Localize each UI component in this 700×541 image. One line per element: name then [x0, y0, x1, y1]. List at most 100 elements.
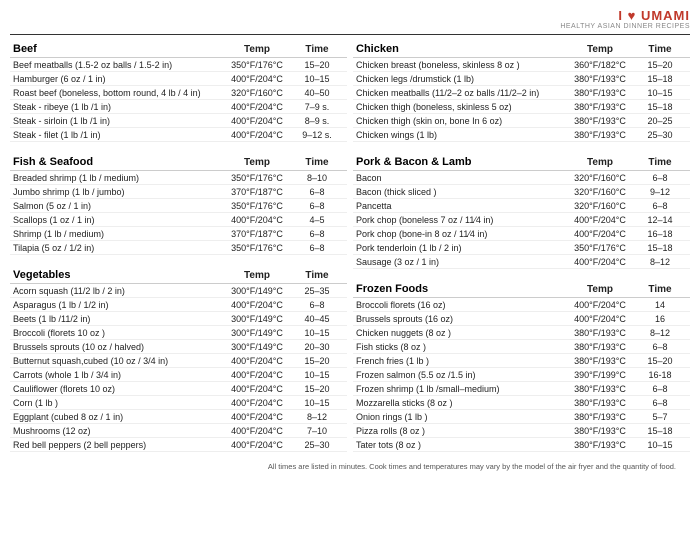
table-row: Roast beef (boneless, bottom round, 4 lb… — [10, 86, 347, 100]
logo-main: I ♥ UMAMI — [560, 8, 690, 23]
item-temp: 350°F/176°C — [227, 171, 287, 185]
item-time: 40–50 — [287, 86, 347, 100]
item-time: 10–15 — [287, 396, 347, 410]
item-name: Tilapia (5 oz / 1/2 in) — [10, 241, 227, 255]
table-row: Pork chop (boneless 7 oz / 11⁄4 in)400°F… — [353, 213, 690, 227]
item-name: Jumbo shrimp (1 lb / jumbo) — [10, 185, 227, 199]
item-temp: 360°F/182°C — [570, 58, 630, 72]
beef-temp-header: Temp — [227, 41, 287, 58]
veg-temp-header: Temp — [227, 267, 287, 284]
item-name: Salmon (5 oz / 1 in) — [10, 199, 227, 213]
item-name: Brussels sprouts (16 oz) — [353, 312, 570, 326]
pork-time-header: Time — [630, 154, 690, 171]
item-time: 6–8 — [630, 199, 690, 213]
item-temp: 370°F/187°C — [227, 227, 287, 241]
section-chicken: Chicken Temp Time Chicken breast (bonele… — [353, 41, 690, 142]
beef-header: Beef — [10, 41, 227, 58]
item-name: Chicken thigh (skin on, bone In 6 oz) — [353, 114, 570, 128]
header: I ♥ UMAMI HEALTHY ASIAN DINNER RECIPES — [10, 8, 690, 35]
item-temp: 380°F/193°C — [570, 114, 630, 128]
item-time: 15–18 — [630, 100, 690, 114]
table-row: Tilapia (5 oz / 1/2 in)350°F/176°C6–8 — [10, 241, 347, 255]
item-temp: 380°F/193°C — [570, 72, 630, 86]
item-temp: 350°F/176°C — [570, 241, 630, 255]
table-row: Chicken breast (boneless, skinless 8 oz … — [353, 58, 690, 72]
item-time: 6–8 — [287, 227, 347, 241]
pork-table: Pork & Bacon & Lamb Temp Time Bacon320°F… — [353, 154, 690, 269]
item-time: 10–15 — [630, 438, 690, 452]
item-name: Fish sticks (8 oz ) — [353, 340, 570, 354]
table-row: Jumbo shrimp (1 lb / jumbo)370°F/187°C6–… — [10, 185, 347, 199]
item-time: 8–12 — [630, 255, 690, 269]
item-time: 14 — [630, 298, 690, 312]
item-name: Asparagus (1 lb / 1/2 in) — [10, 298, 227, 312]
item-name: Tater tots (8 oz ) — [353, 438, 570, 452]
table-row: Acorn squash (11/2 lb / 2 in)300°F/149°C… — [10, 284, 347, 298]
footnote: All times are listed in minutes. Cook ti… — [10, 462, 690, 471]
table-row: Salmon (5 oz / 1 in)350°F/176°C6–8 — [10, 199, 347, 213]
item-time: 6–8 — [630, 340, 690, 354]
table-row: Steak - sirloin (1 lb /1 in)400°F/204°C8… — [10, 114, 347, 128]
item-temp: 380°F/193°C — [570, 438, 630, 452]
item-name: Roast beef (boneless, bottom round, 4 lb… — [10, 86, 227, 100]
item-temp: 380°F/193°C — [570, 340, 630, 354]
item-time: 6–8 — [630, 382, 690, 396]
item-temp: 300°F/149°C — [227, 326, 287, 340]
logo-area: I ♥ UMAMI HEALTHY ASIAN DINNER RECIPES — [560, 8, 690, 30]
item-temp: 320°F/160°C — [570, 199, 630, 213]
frozen-temp-header: Temp — [570, 281, 630, 298]
item-time: 9–12 s. — [287, 128, 347, 142]
item-time: 15–20 — [287, 354, 347, 368]
item-temp: 400°F/204°C — [227, 368, 287, 382]
item-temp: 350°F/176°C — [227, 199, 287, 213]
item-temp: 400°F/204°C — [227, 396, 287, 410]
beef-table: Beef Temp Time Beef meatballs (1.5-2 oz … — [10, 41, 347, 142]
table-row: Mushrooms (12 oz)400°F/204°C7–10 — [10, 424, 347, 438]
item-temp: 400°F/204°C — [227, 354, 287, 368]
footnote-text: All times are listed in minutes. Cook ti… — [268, 462, 676, 471]
item-name: Chicken nuggets (8 oz ) — [353, 326, 570, 340]
table-row: Beef meatballs (1.5-2 oz balls / 1.5-2 i… — [10, 58, 347, 72]
table-row: Pork chop (bone-in 8 oz / 11⁄4 in)400°F/… — [353, 227, 690, 241]
fish-time-header: Time — [287, 154, 347, 171]
item-name: Sausage (3 oz / 1 in) — [353, 255, 570, 269]
item-name: Bacon — [353, 171, 570, 185]
item-time: 16-18 — [630, 368, 690, 382]
item-temp: 380°F/193°C — [570, 382, 630, 396]
table-row: Steak - ribeye (1 lb /1 in)400°F/204°C7–… — [10, 100, 347, 114]
item-temp: 400°F/204°C — [570, 213, 630, 227]
table-row: Carrots (whole 1 lb / 3/4 in)400°F/204°C… — [10, 368, 347, 382]
item-time: 10–15 — [287, 326, 347, 340]
frozen-time-header: Time — [630, 281, 690, 298]
item-time: 25–30 — [630, 128, 690, 142]
item-temp: 320°F/160°C — [570, 171, 630, 185]
item-temp: 400°F/204°C — [570, 312, 630, 326]
item-temp: 380°F/193°C — [570, 354, 630, 368]
item-time: 5–7 — [630, 410, 690, 424]
beef-time-header: Time — [287, 41, 347, 58]
item-time: 10–15 — [287, 368, 347, 382]
item-name: Breaded shrimp (1 lb / medium) — [10, 171, 227, 185]
item-temp: 400°F/204°C — [570, 255, 630, 269]
item-time: 8–12 — [630, 326, 690, 340]
item-name: Steak - filet (1 lb /1 in) — [10, 128, 227, 142]
table-row: Chicken wings (1 lb)380°F/193°C25–30 — [353, 128, 690, 142]
item-temp: 380°F/193°C — [570, 326, 630, 340]
item-name: Corn (1 lb ) — [10, 396, 227, 410]
table-row: Chicken thigh (boneless, skinless 5 oz)3… — [353, 100, 690, 114]
item-temp: 400°F/204°C — [570, 227, 630, 241]
veg-header: Vegetables — [10, 267, 227, 284]
item-temp: 350°F/176°C — [227, 241, 287, 255]
item-name: Chicken wings (1 lb) — [353, 128, 570, 142]
item-name: Mozzarella sticks (8 oz ) — [353, 396, 570, 410]
item-temp: 400°F/204°C — [227, 298, 287, 312]
item-time: 8–10 — [287, 171, 347, 185]
item-name: Broccoli (florets 10 oz ) — [10, 326, 227, 340]
item-time: 6–8 — [630, 396, 690, 410]
left-column: Beef Temp Time Beef meatballs (1.5-2 oz … — [10, 41, 347, 458]
table-row: Chicken legs /drumstick (1 lb)380°F/193°… — [353, 72, 690, 86]
frozen-header: Frozen Foods — [353, 281, 570, 298]
table-row: Shrimp (1 lb / medium)370°F/187°C6–8 — [10, 227, 347, 241]
item-temp: 320°F/160°C — [570, 185, 630, 199]
table-row: Brussels sprouts (16 oz)400°F/204°C16 — [353, 312, 690, 326]
